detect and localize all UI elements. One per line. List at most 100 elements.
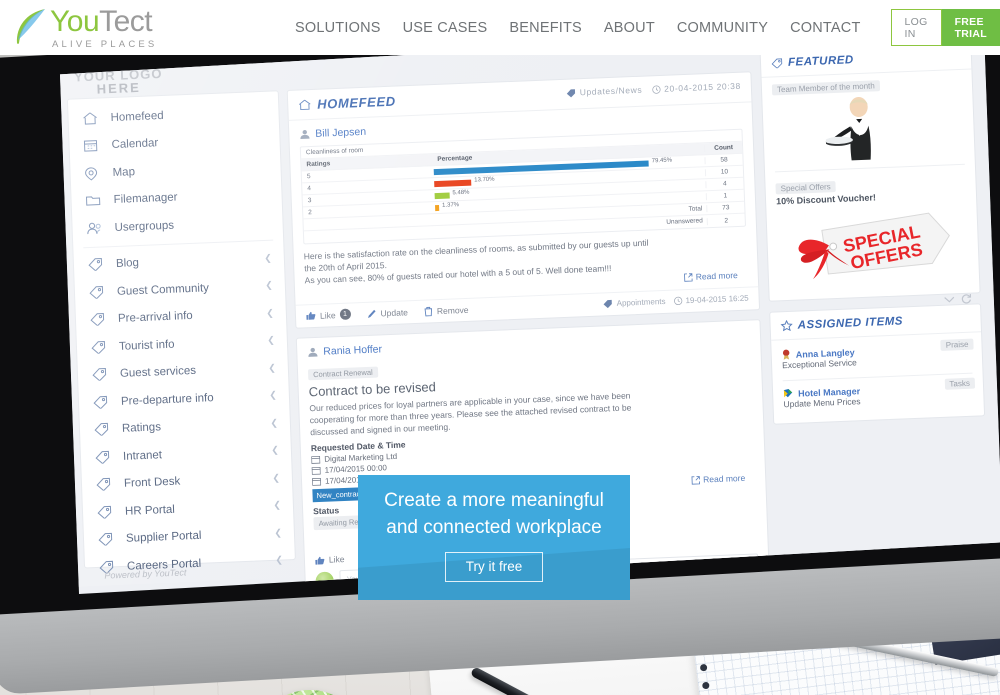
try-it-free-button[interactable]: Try it free [444,552,544,582]
external-link-icon [684,272,693,282]
sidebar-item-label: Intranet [122,449,163,463]
user-icon [307,347,318,357]
yarn-ball [265,690,355,695]
trash-icon [424,306,433,316]
chart-bar [434,192,450,199]
update-button[interactable]: Update [366,307,408,319]
tag-icon [90,312,110,327]
tag-icon [89,285,109,300]
chevron-left-icon[interactable]: ❮ [266,307,274,318]
sidebar-item-label: Filemanager [113,191,178,207]
chevron-left-icon[interactable]: ❮ [268,362,276,373]
nav-item-community[interactable]: COMMUNITY [677,20,768,36]
assigned-items-title: ASSIGNED ITEMS [797,314,904,332]
read-more-label: Read more [703,472,746,485]
ratings-chart: Cleanliness of room Ratings Percentage C… [299,128,747,245]
external-link-icon [691,475,700,485]
chevron-left-icon[interactable]: ❮ [274,527,282,538]
sidebar-item-label: Tourist info [118,338,175,353]
post-meta: Appointments 19-04-2015 16:25 [602,293,749,309]
chevron-left-icon[interactable]: ❮ [272,472,280,483]
assigned-panel-tools [938,293,972,305]
logo-title-part1: You [50,5,100,38]
updates-news-filter[interactable]: Updates/News [580,85,643,98]
cta-headline-line1: Create a more meaningful [384,490,604,511]
tag-icon [91,340,111,355]
chevron-left-icon[interactable]: ❮ [267,335,275,346]
post-author-name: Rania Hoffer [323,343,383,358]
remove-label: Remove [436,304,469,316]
assigned-row-tasks[interactable]: Tasks Hotel Manager Update Menu Prices [773,377,984,415]
homefeed-card: HOMEFEED Updates/News 20-04-2015 20:38 B… [286,71,761,329]
cta-headline-line2: and connected workplace [386,517,602,538]
chart-bar-value: 13.70% [474,176,495,184]
free-trial-button[interactable]: FREE TRIAL [941,9,1000,46]
logo[interactable]: YouTect ALIVE PLACES [14,5,213,50]
chart-count: 1 [705,191,744,201]
sidebar-item-label: Front Desk [123,475,181,491]
nav-item-solutions[interactable]: SOLUTIONS [295,20,381,36]
tag-icon [98,532,118,547]
remove-button[interactable]: Remove [424,304,469,316]
assigned-row-label: Praise [940,338,974,351]
tag-icon [88,258,108,273]
sidebar-item-label: Pre-arrival info [117,310,193,326]
nav-item-about[interactable]: ABOUT [604,20,655,36]
like-button[interactable]: Like [315,554,345,565]
chevron-left-icon[interactable]: ❮ [273,500,281,511]
chart-bar [434,179,472,187]
sidebar-item-label: Supplier Portal [125,529,202,546]
waiter-photo [824,97,892,161]
read-more-link[interactable]: Read more [684,270,738,282]
post-author-name: Bill Jepsen [315,125,367,140]
ribbon-icon [783,388,793,399]
post-author[interactable]: Rania Hoffer [307,329,750,359]
like-label: Like [328,554,345,565]
chart-unanswered-value: 2 [706,216,745,225]
refresh-icon[interactable] [961,293,972,304]
thumbs-up-icon [315,555,325,565]
read-more-label: Read more [695,270,738,282]
home-icon [298,99,311,111]
hero-photo: YOUR LOGO HERE Homefeed Calendar Map Fil… [0,50,1000,695]
users-icon [86,221,106,236]
app-sidebar: Homefeed Calendar Map Filemanager Usergr… [66,90,296,574]
login-button[interactable]: LOG IN [890,9,942,46]
nav-item-contact[interactable]: CONTACT [790,20,860,36]
chart-bar [434,204,439,211]
star-icon [780,319,793,332]
map-pin-icon [84,166,104,181]
post-meta-timestamp: 19-04-2015 16:25 [685,293,749,306]
homefeed-meta: Updates/News 20-04-2015 20:38 [566,81,741,98]
team-member-photo [762,89,974,167]
chevron-left-icon[interactable]: ❮ [265,280,273,291]
chevron-down-icon[interactable] [944,295,955,303]
chart-col-count: Count [703,143,743,153]
tag-icon [95,450,115,465]
like-button[interactable]: Like 1 [306,308,351,322]
chevron-left-icon[interactable]: ❮ [271,445,279,456]
calendar-icon [311,455,321,464]
chart-total-value: 73 [706,203,745,213]
sidebar-item-label: Blog [115,257,140,271]
sidebar-item-label: Guest services [119,365,197,381]
like-count: 1 [339,308,351,321]
chevron-left-icon[interactable]: ❮ [264,252,272,263]
folder-icon [85,194,105,209]
chart-bar-value: 79.45% [651,157,673,164]
assigned-row-praise[interactable]: Praise Anna Langley Exceptional Service [771,338,982,376]
page-title: HOMEFEED [316,93,396,112]
chevron-left-icon[interactable]: ❮ [270,417,278,428]
post-meta-label[interactable]: Appointments [616,297,665,308]
right-widgets-column: FEATURED Team Member of the month Specia… [759,50,986,435]
nav-item-use-cases[interactable]: USE CASES [403,20,488,36]
special-offers-tag: SPECIAL OFFERS [766,198,979,292]
rosette-icon [782,349,791,360]
site-header: YouTect ALIVE PLACES SOLUTIONS USE CASES… [0,0,1000,55]
clock-icon [652,84,661,94]
update-label: Update [380,306,409,318]
chevron-left-icon[interactable]: ❮ [269,390,277,401]
nav-item-benefits[interactable]: BENEFITS [509,20,582,36]
calendar-icon [83,139,103,154]
home-icon [82,111,102,126]
